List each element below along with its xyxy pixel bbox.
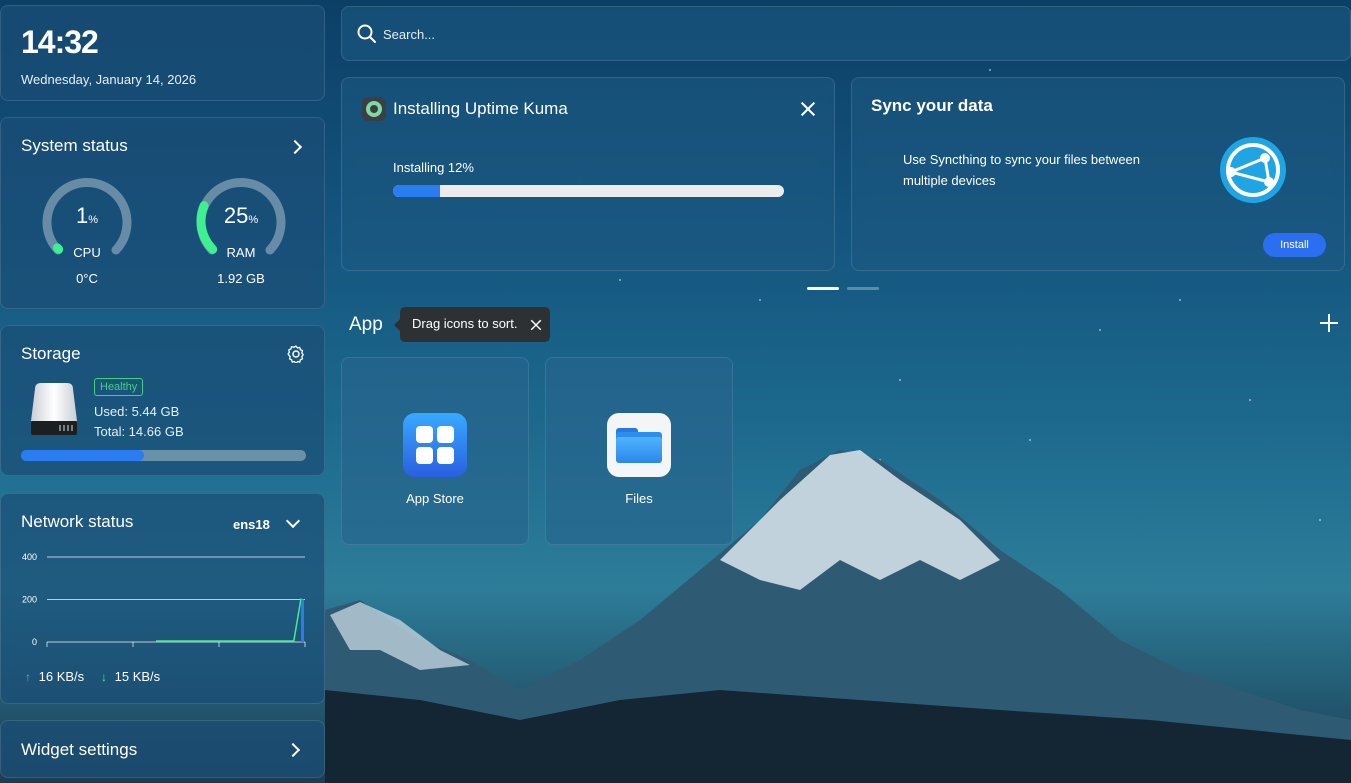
add-app-button[interactable] — [1320, 314, 1338, 332]
install-button[interactable]: Install — [1263, 233, 1326, 257]
install-progress-fill — [393, 185, 440, 197]
ram-value: 25% — [223, 203, 259, 228]
chevron-right-icon — [285, 742, 301, 758]
storage-usage-fill — [21, 450, 144, 461]
y-tick-label: 400 — [22, 552, 37, 562]
install-progress-label: Installing 12% — [393, 160, 474, 175]
cpu-gauge: 1% CPU 0°C — [41, 175, 133, 286]
storage-total: Total: 14.66 GB — [94, 424, 184, 439]
search-input[interactable]: Search... — [383, 27, 435, 42]
sync-description: Use Syncthing to sync your files between… — [903, 152, 1141, 188]
arrow-down-icon: ↓ — [101, 670, 107, 684]
network-interface-label: ens18 — [233, 517, 270, 532]
arrow-up-icon: ↑ — [25, 670, 31, 684]
install-progress-card: Installing Uptime Kuma Installing 12% — [341, 77, 835, 271]
app-tile-files[interactable]: Files — [545, 357, 733, 545]
install-progress-bar — [393, 185, 784, 197]
download-rate: ↓ 15 KB/s — [101, 669, 161, 684]
close-icon[interactable] — [800, 101, 816, 117]
clock-date: Wednesday, January 14, 2026 — [21, 72, 197, 87]
carousel-indicator[interactable] — [847, 287, 879, 290]
network-status-title: Network status — [21, 512, 134, 531]
app-tile-app-store[interactable]: App Store — [341, 357, 529, 545]
folder-icon — [607, 413, 671, 477]
close-icon[interactable] — [530, 319, 542, 331]
storage-widget: Storage Healthy Used: 5.44 GB Total: 14.… — [0, 325, 325, 476]
carousel-indicator-active[interactable] — [807, 287, 839, 290]
network-spike-mark — [301, 599, 304, 642]
sync-promo-card: Sync your data Use Syncthing to sync you… — [851, 77, 1345, 271]
cpu-temperature: 0°C — [76, 271, 98, 286]
clock-time: 14:32 — [21, 24, 99, 60]
y-tick-label: 0 — [32, 637, 37, 647]
ram-used: 1.92 GB — [217, 271, 265, 286]
search-bar[interactable]: Search... — [341, 6, 1351, 61]
health-badge: Healthy — [94, 378, 144, 396]
network-series-line — [156, 598, 302, 642]
sync-title: Sync your data — [871, 96, 993, 115]
network-status-widget: Network status ens18 400 200 0 ↑ 16 KB/s ↓… — [0, 493, 325, 704]
disk-drive-icon — [31, 383, 77, 435]
cpu-label: CPU — [73, 245, 101, 260]
cpu-value: 1% — [75, 203, 99, 228]
chevron-down-icon — [285, 513, 301, 529]
upload-rate: ↑ 16 KB/s — [25, 669, 85, 684]
tooltip-text: Drag icons to sort. — [412, 316, 518, 331]
app-label: App Store — [406, 491, 464, 506]
chevron-right-icon[interactable] — [287, 139, 303, 155]
uptime-kuma-icon — [362, 97, 386, 121]
system-status-title: System status — [21, 136, 128, 155]
network-interface-select[interactable]: ens18 — [233, 513, 303, 534]
network-chart: 400 200 0 — [22, 552, 306, 647]
system-status-widget: System status 1% CPU 0°C 25% RAM 1.92 GB — [0, 117, 325, 309]
storage-usage-bar — [21, 450, 306, 461]
app-store-icon — [403, 413, 467, 477]
ram-label: RAM — [226, 245, 256, 260]
y-tick-label: 200 — [22, 595, 37, 605]
widget-settings-label: Widget settings — [21, 740, 138, 759]
clock-widget: 14:32 Wednesday, January 14, 2026 — [0, 5, 325, 101]
install-title: Installing Uptime Kuma — [393, 99, 568, 118]
sort-tooltip: Drag icons to sort. — [394, 307, 550, 342]
syncthing-icon — [1220, 137, 1286, 203]
search-icon — [357, 24, 376, 43]
apps-section-title: App — [349, 314, 383, 335]
gear-icon[interactable] — [287, 345, 305, 363]
storage-used: Used: 5.44 GB — [94, 404, 180, 419]
widget-settings-button[interactable]: Widget settings — [0, 720, 325, 778]
ram-gauge: 25% RAM 1.92 GB — [195, 175, 287, 286]
app-label: Files — [625, 491, 653, 506]
storage-title: Storage — [21, 344, 81, 363]
